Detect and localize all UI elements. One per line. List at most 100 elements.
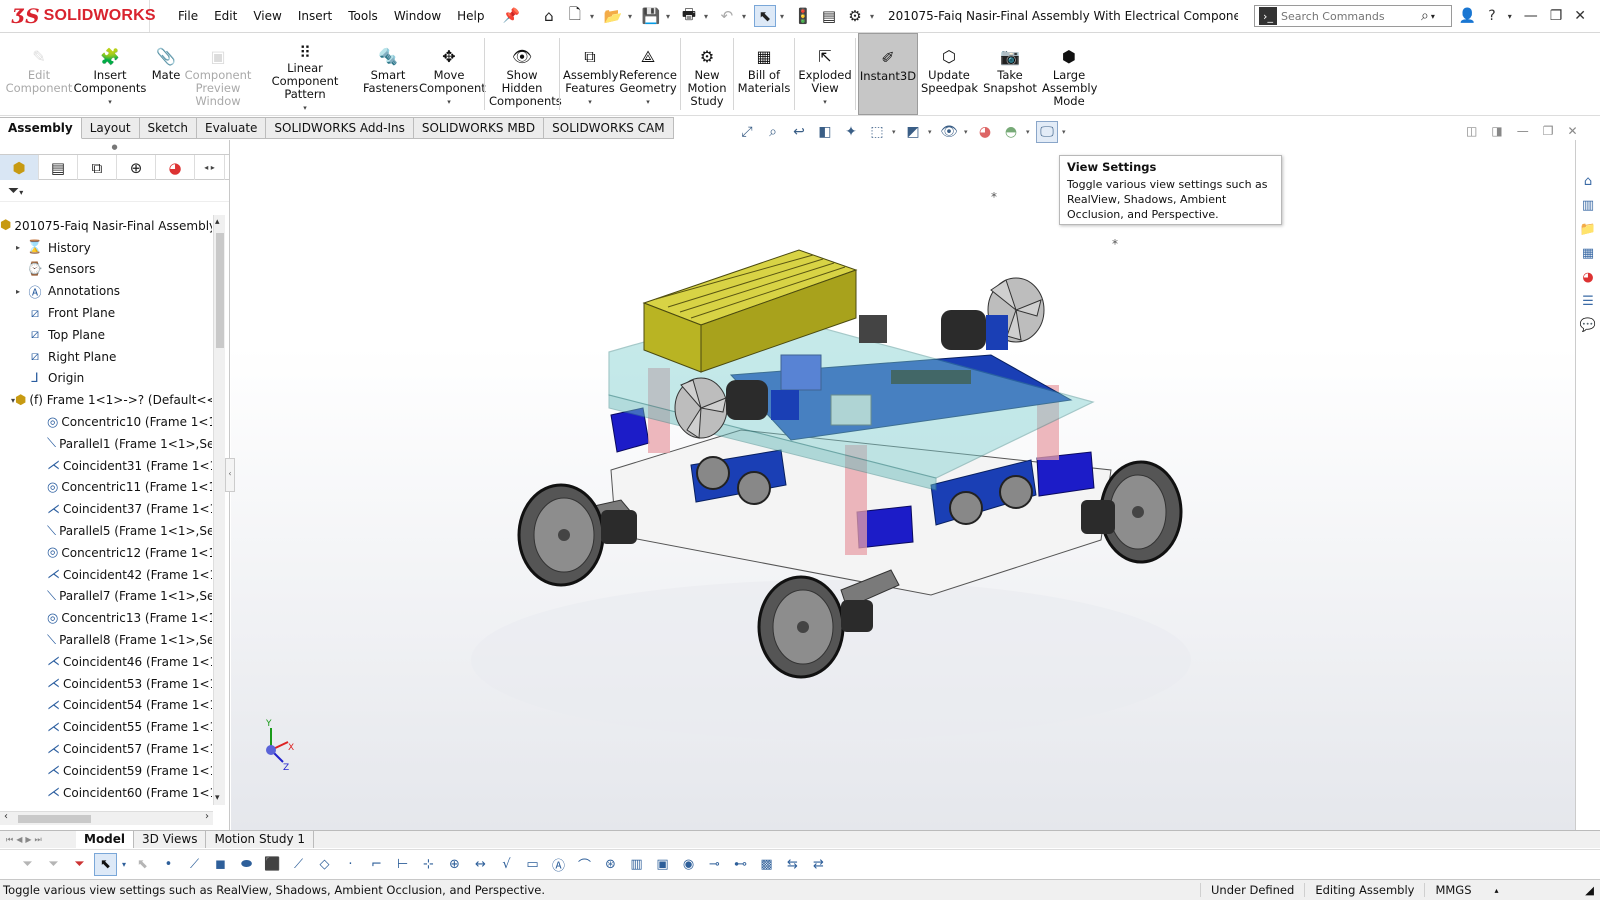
- filter-routing-points-icon[interactable]: ⊷: [729, 853, 752, 876]
- display-style-icon[interactable]: ◩: [902, 121, 924, 143]
- tab-model[interactable]: Model: [76, 831, 135, 848]
- configurationmanager-tab-icon[interactable]: ⧉: [78, 155, 117, 180]
- filter-cosmetic-threads-icon[interactable]: ▥: [625, 853, 648, 876]
- scroll-thumb[interactable]: [18, 815, 91, 823]
- forum-icon[interactable]: 💬: [1578, 316, 1599, 335]
- insert-components-button[interactable]: 🧩 Insert Components ▾: [74, 33, 147, 115]
- scroll-up-icon[interactable]: ▴: [215, 217, 220, 227]
- menu-tools[interactable]: Tools: [340, 9, 386, 23]
- previous-view-icon[interactable]: ↩: [788, 121, 810, 143]
- displaymanager-tab-icon[interactable]: ◕: [156, 155, 195, 180]
- tree-item-mate[interactable]: ⋌Coincident53 (Frame 1<1>,Spacer<1>): [0, 673, 212, 695]
- select-cursor-icon[interactable]: ⬉: [753, 5, 776, 27]
- edit-appearance-icon[interactable]: ◕: [974, 121, 996, 143]
- dimxpertmanager-tab-icon[interactable]: ⊕: [117, 155, 156, 180]
- tab-evaluate[interactable]: Evaluate: [196, 117, 267, 139]
- tree-root[interactable]: ⬢ 201075-Faiq Nasir-Final Assembly With …: [0, 215, 212, 237]
- view-settings-dropdown-icon[interactable]: ▾: [1062, 128, 1068, 136]
- tree-item-mate[interactable]: ◎Concentric13 (Frame 1<1>,Servo Motor<4>…: [0, 607, 212, 629]
- menu-insert[interactable]: Insert: [290, 9, 340, 23]
- save-icon[interactable]: 💾: [640, 5, 662, 27]
- graphics-area[interactable]: * * Y X Z: [231, 140, 1575, 830]
- tree-item-right-plane[interactable]: ⧄ Right Plane: [0, 346, 212, 368]
- filter-off-icon[interactable]: ⬉: [131, 853, 154, 876]
- exploded-view-button[interactable]: ⇱ Exploded View ▾: [797, 33, 853, 115]
- edit-component-button[interactable]: ✎ Edit Component: [4, 33, 74, 115]
- filter-center-marks-icon[interactable]: ⊹: [417, 853, 440, 876]
- tab-navigation-icon[interactable]: ⏮◀▶⏭: [0, 835, 76, 845]
- update-speedpak-button[interactable]: ⬡ Update Speedpak: [918, 33, 980, 115]
- filter-planes-icon[interactable]: ◇: [313, 853, 336, 876]
- new-dropdown-icon[interactable]: ▾: [590, 12, 598, 21]
- tree-item-annotations[interactable]: ▸ Ⓐ Annotations: [0, 280, 212, 302]
- open-dropdown-icon[interactable]: ▾: [628, 12, 636, 21]
- move-component-dropdown-icon[interactable]: ▾: [447, 96, 451, 109]
- close-icon[interactable]: ✕: [1574, 8, 1586, 24]
- tree-item-mate[interactable]: ⟍Parallel5 (Frame 1<1>,Servo Motor<2>): [0, 520, 212, 542]
- scene-dropdown-icon[interactable]: ▾: [1026, 128, 1032, 136]
- options-gear-icon[interactable]: ⚙: [844, 5, 866, 27]
- tree-item-mate[interactable]: ⋌Coincident54 (Frame 1<1>,Spacer<2>): [0, 695, 212, 717]
- help-icon[interactable]: ?: [1488, 8, 1495, 24]
- tree-item-sensors[interactable]: ⌚ Sensors: [0, 259, 212, 281]
- help-dropdown-icon[interactable]: ▾: [1508, 12, 1512, 21]
- tree-item-mate[interactable]: ◎Concentric11 (Frame 1<1>,Servo Motor<2>…: [0, 477, 212, 499]
- pin-menu-icon[interactable]: 📌: [503, 8, 520, 24]
- filter-dowel-pin-icon[interactable]: ◉: [677, 853, 700, 876]
- tree-item-history[interactable]: ▸ ⌛ History: [0, 237, 212, 259]
- menu-window[interactable]: Window: [386, 9, 449, 23]
- scroll-down-icon[interactable]: ▾: [215, 793, 220, 803]
- menu-edit[interactable]: Edit: [206, 9, 245, 23]
- reference-geometry-button[interactable]: ⟁ Reference Geometry ▾: [618, 33, 678, 115]
- undo-dropdown-icon[interactable]: ▾: [742, 12, 750, 21]
- exploded-view-dropdown-icon[interactable]: ▾: [823, 96, 827, 109]
- open-folder-icon[interactable]: 📂: [602, 5, 624, 27]
- restore-icon[interactable]: ❐: [1550, 8, 1563, 24]
- select-dropdown-icon[interactable]: ▾: [780, 12, 788, 21]
- resize-grip-icon[interactable]: ◢: [1585, 883, 1600, 897]
- filter-edges-icon[interactable]: ⟋: [183, 853, 206, 876]
- filter-end-icon[interactable]: ⇄: [807, 853, 830, 876]
- tab-cam[interactable]: SOLIDWORKS CAM: [544, 117, 674, 139]
- appearances-icon[interactable]: ◕: [1578, 268, 1599, 287]
- zoom-to-area-icon[interactable]: ⌕: [762, 121, 784, 143]
- viewport-close-icon[interactable]: ✕: [1567, 124, 1577, 138]
- instant3d-button[interactable]: ✐ Instant3D: [858, 33, 918, 115]
- new-document-icon[interactable]: 🗋: [564, 5, 586, 27]
- tab-sketch[interactable]: Sketch: [139, 117, 197, 139]
- tree-item-mate[interactable]: ◎Concentric12 (Frame 1<1>,Servo Motor<3>…: [0, 542, 212, 564]
- viewport-tile-right-icon[interactable]: ◨: [1491, 124, 1502, 138]
- scroll-right-icon[interactable]: ›: [205, 811, 209, 822]
- tab-motion-study-1[interactable]: Motion Study 1: [206, 831, 315, 848]
- tree-item-frame[interactable]: ▾ ⬢ (f) Frame 1<1>->? (Default<<Default>…: [0, 389, 212, 411]
- filter-select-all-icon[interactable]: ⏷: [68, 853, 91, 876]
- rebuild-traffic-light-icon[interactable]: 🚦: [792, 5, 814, 27]
- filter-sketch-segments-icon[interactable]: ⌐: [365, 853, 388, 876]
- display-style-dropdown-icon[interactable]: ▾: [928, 128, 934, 136]
- panel-grip-icon[interactable]: ●: [0, 140, 229, 154]
- menu-file[interactable]: File: [170, 9, 206, 23]
- view-palette-icon[interactable]: ▦: [1578, 244, 1599, 263]
- panel-tab-scroll-icon[interactable]: ◂ ▸: [195, 155, 225, 180]
- hide-show-items-icon[interactable]: 👁: [938, 121, 960, 143]
- filter-toggle-icon[interactable]: ⏷: [16, 853, 39, 876]
- section-view-icon[interactable]: ◧: [814, 121, 836, 143]
- filter-surface-finish-icon[interactable]: √: [495, 853, 518, 876]
- filter-datum-targets-icon[interactable]: ⊛: [599, 853, 622, 876]
- print-dropdown-icon[interactable]: ▾: [704, 12, 712, 21]
- dynamic-annotation-icon[interactable]: ✦: [840, 121, 862, 143]
- solidworks-resources-icon[interactable]: ⌂: [1578, 172, 1599, 191]
- featuremanager-tab-icon[interactable]: ⬢: [0, 155, 39, 180]
- viewport-restore-icon[interactable]: ❐: [1543, 124, 1554, 138]
- reference-geometry-dropdown-icon[interactable]: ▾: [646, 96, 650, 109]
- hide-show-dropdown-icon[interactable]: ▾: [964, 128, 970, 136]
- tab-layout[interactable]: Layout: [81, 117, 140, 139]
- search-icon[interactable]: ⌕: [1421, 8, 1429, 24]
- large-assembly-mode-button[interactable]: ⬢ Large Assembly Mode: [1040, 33, 1098, 115]
- smart-fasteners-button[interactable]: 🔩 Smart Fasteners: [360, 33, 418, 115]
- units-dropdown-icon[interactable]: ▴: [1494, 886, 1524, 895]
- filter-surface-bodies-icon[interactable]: ⬬: [235, 853, 258, 876]
- filter-faces-icon[interactable]: ◼: [209, 853, 232, 876]
- new-motion-study-button[interactable]: ⚙ New Motion Study: [683, 33, 731, 115]
- user-account-icon[interactable]: 👤: [1459, 8, 1476, 24]
